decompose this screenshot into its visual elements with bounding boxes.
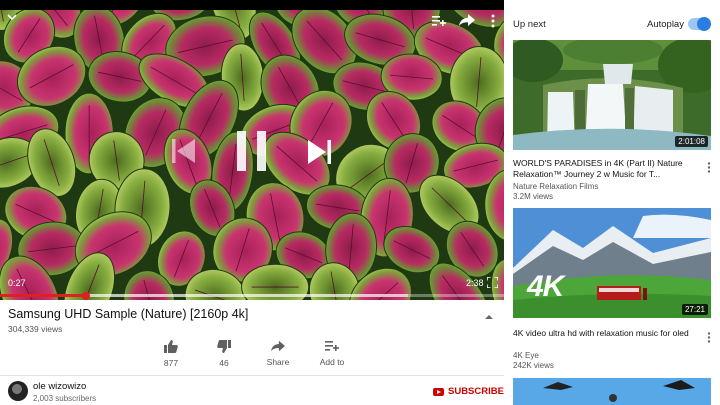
rec-thumbnail-1[interactable]: 2:01:08 (513, 40, 711, 150)
video-title: Samsung UHD Sample (Nature) [2160p 4k] (8, 307, 249, 321)
player-top-shade (0, 0, 504, 10)
dislike-button[interactable]: 46 (201, 340, 247, 368)
rec-channel-2: 4K Eye (513, 351, 539, 360)
share-label: Share (266, 357, 290, 367)
rec-views-1: 3.2M views (513, 192, 554, 201)
view-count: 304,339 views (8, 324, 63, 334)
share-icon (271, 340, 285, 352)
like-button[interactable]: 877 (148, 340, 194, 368)
action-bar: 877 46 Share Add to (150, 340, 360, 372)
fullscreen-button[interactable] (487, 277, 498, 288)
thumbs-up-icon (164, 340, 178, 353)
share-arrow-icon (459, 14, 475, 26)
share-button[interactable] (459, 14, 475, 26)
subscribe-label: SUBSCRIBE (448, 386, 504, 397)
autoplay-toggle[interactable] (688, 17, 711, 31)
dislike-count: 46 (219, 358, 229, 368)
rec-thumb-overlay-text-2: 4K (527, 270, 564, 303)
playlist-add-icon (432, 16, 446, 26)
section-divider (0, 375, 504, 376)
progress-played (0, 294, 86, 297)
like-count: 877 (163, 358, 179, 368)
up-next-sidebar: Up next Autoplay 2:01:08 WORLD'S PARADIS… (504, 0, 720, 405)
more-vert-icon (707, 162, 711, 173)
more-vert-icon (491, 14, 495, 28)
autoplay-label: Autoplay (647, 19, 684, 30)
rec-duration-1: 2:01:08 (675, 136, 708, 147)
rec-duration-2: 27:21 (681, 304, 708, 315)
next-button[interactable] (307, 139, 331, 165)
channel-avatar[interactable] (8, 381, 28, 401)
subscribe-button[interactable]: SUBSCRIBE (433, 386, 504, 397)
youtube-logo-icon (433, 387, 444, 396)
add-to-label: Add to (319, 357, 345, 367)
skydiver-thumbnail-image (513, 378, 711, 405)
waterfall-thumbnail-image (513, 40, 711, 150)
rec-channel-1: Nature Relaxation Films (513, 182, 599, 191)
rec-menu-button-2[interactable] (707, 330, 711, 348)
skip-previous-icon (172, 139, 195, 163)
rec-thumbnail-3[interactable] (513, 378, 711, 405)
playlist-add-icon (325, 341, 339, 351)
rec-views-2: 242K views (513, 361, 554, 370)
more-vert-icon (707, 332, 711, 343)
caret-up-icon (485, 315, 493, 319)
rec-title-2[interactable]: 4K video ultra hd with relaxation music … (513, 328, 698, 339)
skip-next-icon (308, 140, 331, 164)
rec-title-1[interactable]: WORLD'S PARADISES in 4K (Part II) Nature… (513, 158, 698, 180)
subscriber-count: 2,003 subscribers (33, 394, 97, 403)
add-to-queue-button[interactable] (432, 15, 446, 27)
minimize-button[interactable] (6, 12, 18, 22)
up-next-heading: Up next (513, 19, 546, 30)
pause-icon (237, 131, 266, 171)
previous-button[interactable] (172, 138, 196, 164)
app-root: 0:27 2:38 Samsung UHD Sample (Nature) [2… (0, 0, 720, 405)
progress-scrubber-handle[interactable] (81, 291, 90, 300)
add-to-button[interactable]: Add to (309, 340, 355, 367)
chevron-down-icon (7, 14, 17, 21)
player-menu-button[interactable] (490, 14, 496, 28)
progress-bar[interactable] (0, 291, 504, 300)
autoplay-toggle-knob (697, 17, 711, 31)
rec-menu-button-1[interactable] (707, 160, 711, 178)
total-duration: 2:38 (466, 278, 484, 288)
rec-thumbnail-2[interactable]: 4K 27:21 (513, 208, 711, 318)
pause-button[interactable] (237, 131, 267, 171)
expand-description-button[interactable] (484, 308, 494, 326)
fullscreen-icon (487, 277, 498, 288)
elapsed-time: 0:27 (8, 278, 26, 288)
video-player[interactable]: 0:27 2:38 (0, 0, 504, 300)
share-action-button[interactable]: Share (255, 340, 301, 367)
channel-name[interactable]: ole wizowizo (33, 381, 86, 392)
thumbs-down-icon (217, 340, 231, 353)
